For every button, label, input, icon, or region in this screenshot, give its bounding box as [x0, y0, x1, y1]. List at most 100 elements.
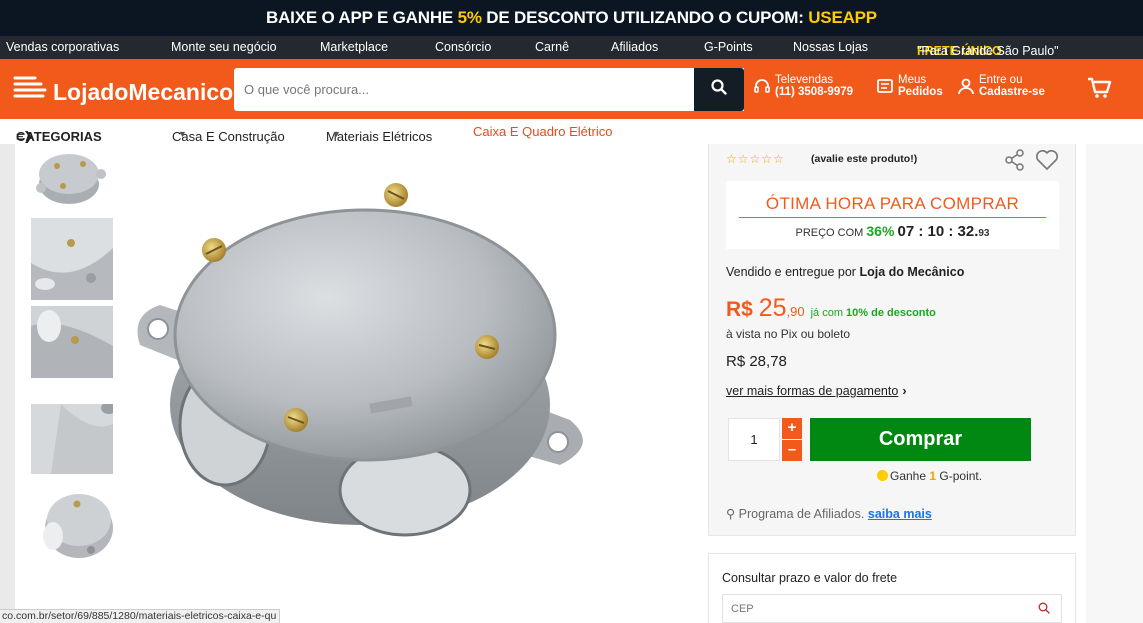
nav-link-vendas-corporativas[interactable]: Vendas corporativas [6, 40, 119, 54]
product-thumbnail-2[interactable] [31, 218, 113, 300]
logo-text: LojadoMecanico [53, 78, 234, 105]
rating-prompt[interactable]: (avalie este produto!) [811, 153, 917, 165]
quantity-input[interactable]: 1 [728, 418, 780, 461]
nav-link-monte-negocio[interactable]: Monte seu negócio [171, 40, 277, 54]
search-input[interactable] [234, 68, 744, 111]
product-thumbnail-5[interactable] [31, 480, 113, 561]
more-payment-link[interactable]: ver mais formas de pagamento › [726, 384, 906, 398]
breadcrumb-caixa-quadro[interactable]: Caixa E Quadro Elétrico [473, 124, 612, 139]
product-thumbnail-3[interactable] [31, 306, 113, 378]
timer-divider [739, 217, 1046, 218]
frete-unico-desc: "Para Grande São Paulo" [917, 44, 1059, 58]
chevron-down-icon: ❯ [23, 129, 34, 143]
top-nav: Vendas corporativas Monte seu negócio Ma… [0, 36, 1143, 59]
share-icon[interactable] [1004, 149, 1026, 176]
product-main-image[interactable] [130, 155, 600, 555]
favorite-heart-icon[interactable] [1035, 149, 1059, 176]
nav-link-g-points[interactable]: G-Points [704, 40, 753, 54]
affiliate-icon: ⚲ [726, 507, 736, 521]
promo-percent: 5% [457, 8, 482, 27]
caret-down-icon: ▼ [332, 129, 341, 139]
thumbnail-image [31, 404, 113, 474]
promo-coupon: USEAPP [808, 8, 877, 27]
pix-note: à vista no Pix ou boleto [726, 327, 851, 341]
nav-link-afiliados[interactable]: Afiliados [611, 40, 658, 54]
page-gutter-right [1086, 144, 1143, 623]
timer-prefix: PREÇO COM [795, 227, 867, 239]
page-gutter-left [0, 144, 15, 623]
cep-input[interactable] [722, 594, 1062, 623]
headset-icon [753, 77, 771, 98]
cart-icon [1086, 77, 1112, 104]
televendas-phone: (11) 3508-9979 [775, 86, 854, 98]
product-thumbnail-4[interactable] [31, 404, 113, 474]
price-integer: 25 [758, 294, 787, 322]
nav-link-carne[interactable]: Carnê [535, 40, 569, 54]
seller-info: Vendido e entregue por Loja do Mecânico [726, 265, 964, 279]
price-decimal: ,90 [786, 304, 805, 319]
site-logo[interactable]: LojadoMecanico [13, 73, 233, 107]
timer-clock: 07 : 10 : 32. [897, 223, 979, 240]
thumbnail-image [36, 154, 106, 204]
televendas-link[interactable]: Televendas (11) 3508-9979 [753, 74, 878, 104]
affiliate-text: Programa de Afiliados. [738, 507, 868, 521]
caret-down-icon: ▼ [178, 129, 187, 139]
price-row: R$ 25,90 já com 10% de desconto [726, 294, 936, 323]
rating-stars[interactable]: ☆☆☆☆☆ [726, 152, 785, 166]
login-line2: Cadastre-se [979, 86, 1045, 98]
more-payment-label: ver mais formas de pagamento [726, 384, 899, 398]
gpoint-note: Ganhe 1 G-point. [877, 469, 982, 483]
affiliate-link[interactable]: saiba mais [868, 507, 932, 521]
thumbnail-image [31, 480, 113, 561]
affiliate-note: ⚲ Programa de Afiliados. saiba mais [726, 506, 932, 521]
televendas-label: Televendas [775, 74, 834, 86]
pedidos-line2: Pedidos [898, 86, 943, 98]
discount-amount: 10% de desconto [846, 307, 936, 319]
login-line1: Entre ou [979, 74, 1023, 86]
shipping-title: Consultar prazo e valor do frete [722, 571, 898, 585]
promo-text-2: DE DESCONTO UTILIZANDO O CUPOM: [481, 8, 809, 27]
timer-percent: 36% [866, 223, 895, 239]
categories-menu[interactable]: ≡ CATEGORIAS ❯ [16, 124, 102, 144]
buy-button[interactable]: Comprar [810, 418, 1031, 461]
coin-icon [877, 470, 888, 481]
categories-bar: ≡ CATEGORIAS ❯ Casa E Construção ▼ Materi… [0, 119, 1143, 144]
nav-link-marketplace[interactable]: Marketplace [320, 40, 388, 54]
price-discount-note: já com 10% de desconto [811, 307, 936, 319]
meus-pedidos-link[interactable]: Meus Pedidos [876, 74, 951, 104]
thumbnail-image [31, 218, 113, 300]
breadcrumb-label: Materiais Elétricos [326, 129, 433, 144]
browser-status-url: co.com.br/setor/69/885/1280/materiais-el… [0, 609, 280, 623]
shipping-calculator: Consultar prazo e valor do frete [708, 553, 1076, 623]
chevron-right-icon: › [902, 384, 907, 398]
seller-name: Loja do Mecânico [859, 265, 965, 279]
gpoint-prefix: Ganhe [890, 469, 930, 483]
user-icon [957, 77, 975, 98]
gpoint-suffix: G-point. [936, 469, 983, 483]
quantity-increase-button[interactable]: + [782, 418, 802, 439]
thumbnail-image [31, 306, 113, 378]
login-link[interactable]: Entre ou Cadastre-se [957, 74, 1057, 104]
discount-prefix: já com [810, 307, 847, 319]
quantity-decrease-button[interactable]: – [782, 440, 802, 461]
site-header: LojadoMecanico Televendas(11) 3508-9979 … [0, 59, 1143, 119]
timer-ms: 93 [978, 228, 990, 239]
nav-link-nossas-lojas[interactable]: Nossas Lojas [793, 40, 868, 54]
installment-price: R$ 28,78 [726, 353, 787, 370]
search-button[interactable] [694, 68, 744, 111]
logo-icon [13, 74, 47, 109]
timer-row: PREÇO COM 36% 07 : 10 : 32.93 [726, 223, 1059, 240]
breadcrumb-label: Casa E Construção [172, 129, 285, 144]
promo-banner[interactable]: BAIXE O APP E GANHE 5% DE DESCONTO UTILI… [0, 0, 1143, 36]
product-thumbnail-1[interactable] [31, 144, 113, 210]
search-icon[interactable] [1038, 601, 1050, 619]
timer-box: ÓTIMA HORA PARA COMPRAR PREÇO COM 36% 07… [726, 181, 1059, 249]
nav-link-consorcio[interactable]: Consórcio [435, 40, 491, 54]
receipt-icon [876, 77, 894, 98]
cart-button[interactable] [1086, 76, 1114, 102]
price-currency: R$ [726, 298, 759, 321]
pedidos-line1: Meus [898, 74, 927, 86]
junction-box-image [137, 183, 583, 537]
timer-title: ÓTIMA HORA PARA COMPRAR [765, 194, 1020, 213]
search-icon [711, 79, 727, 100]
